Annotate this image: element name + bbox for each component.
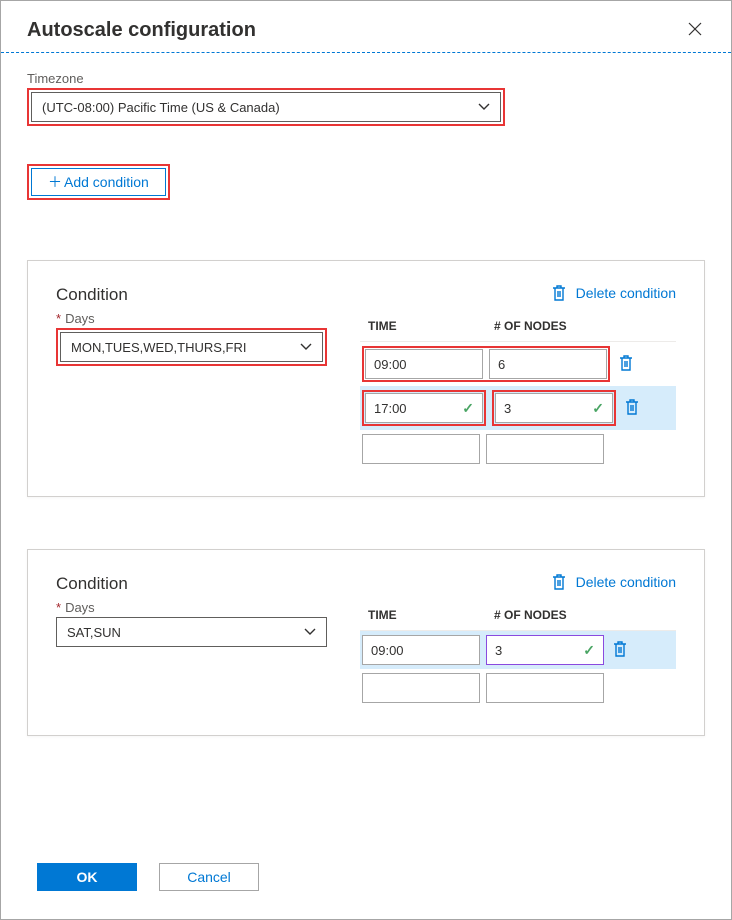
nodes-input[interactable]: 3 ✓ [486, 635, 604, 665]
delete-condition-button[interactable]: Delete condition [552, 574, 676, 590]
days-label: *Days [56, 311, 322, 326]
ok-button[interactable]: OK [37, 863, 137, 891]
schedule-row: 17:00 ✓ 3 ✓ [360, 386, 676, 430]
schedule-header: TIME # OF NODES [360, 311, 676, 342]
days-highlight: MON,TUES,WED,THURS,FRI [56, 328, 327, 366]
dialog-body: Timezone (UTC-08:00) Pacific Time (US & … [1, 53, 731, 845]
time-input[interactable]: 17:00 ✓ [365, 393, 483, 423]
nodes-input[interactable]: 3 ✓ [495, 393, 613, 423]
time-input[interactable]: 09:00 [362, 635, 480, 665]
chevron-down-icon [478, 100, 490, 114]
col-time: TIME [364, 608, 494, 622]
timezone-highlight: (UTC-08:00) Pacific Time (US & Canada) [27, 88, 505, 126]
dialog-title: Autoscale configuration [27, 19, 256, 42]
delete-row-button[interactable] [622, 399, 642, 418]
schedule-row-empty [360, 430, 676, 468]
nodes-input[interactable] [486, 434, 604, 464]
close-icon[interactable] [685, 19, 705, 39]
col-nodes: # OF NODES [494, 608, 672, 622]
delete-row-button[interactable] [616, 355, 636, 374]
row-highlight: 3 ✓ [492, 390, 616, 426]
dialog-footer: OK Cancel [1, 845, 731, 919]
check-icon: ✓ [462, 400, 474, 417]
delete-condition-button[interactable]: Delete condition [552, 285, 676, 301]
condition-title: Condition [56, 574, 128, 594]
row-highlight: 09:00 6 [362, 346, 610, 382]
schedule-row-empty [360, 669, 676, 707]
plus-icon: ＋ [48, 172, 62, 192]
condition-card: Condition Delete condition *Days MON,TUE… [27, 260, 705, 497]
chevron-down-icon [304, 625, 316, 639]
schedule-row: 09:00 3 ✓ [360, 631, 676, 669]
col-time: TIME [364, 319, 494, 333]
timezone-label: Timezone [27, 71, 705, 86]
cancel-button[interactable]: Cancel [159, 863, 259, 891]
add-condition-button[interactable]: ＋ Add condition [31, 168, 166, 196]
condition-header: Condition Delete condition [56, 574, 676, 594]
dialog-frame: Autoscale configuration Timezone (UTC-08… [0, 0, 732, 920]
condition-header: Condition Delete condition [56, 285, 676, 305]
schedule-row: 09:00 6 [360, 342, 676, 386]
trash-icon [552, 574, 566, 590]
days-select[interactable]: SAT,SUN [56, 617, 327, 647]
add-condition-label: Add condition [64, 174, 149, 190]
time-input[interactable]: 09:00 [365, 349, 483, 379]
days-value: SAT,SUN [67, 625, 121, 640]
add-condition-highlight: ＋ Add condition [27, 164, 170, 200]
days-select[interactable]: MON,TUES,WED,THURS,FRI [60, 332, 323, 362]
schedule-header: TIME # OF NODES [360, 600, 676, 631]
timezone-select[interactable]: (UTC-08:00) Pacific Time (US & Canada) [31, 92, 501, 122]
condition-title: Condition [56, 285, 128, 305]
col-nodes: # OF NODES [494, 319, 672, 333]
time-input[interactable] [362, 673, 480, 703]
condition-card: Condition Delete condition *Days SAT,SUN [27, 549, 705, 736]
time-input[interactable] [362, 434, 480, 464]
delete-row-button[interactable] [610, 641, 630, 660]
check-icon: ✓ [583, 642, 595, 659]
title-bar: Autoscale configuration [1, 1, 731, 52]
days-label: *Days [56, 600, 322, 615]
timezone-value: (UTC-08:00) Pacific Time (US & Canada) [42, 100, 280, 115]
row-highlight: 17:00 ✓ [362, 390, 486, 426]
trash-icon [552, 285, 566, 301]
chevron-down-icon [300, 340, 312, 354]
check-icon: ✓ [592, 400, 604, 417]
nodes-input[interactable] [486, 673, 604, 703]
nodes-input[interactable]: 6 [489, 349, 607, 379]
delete-condition-label: Delete condition [576, 574, 676, 590]
days-value: MON,TUES,WED,THURS,FRI [71, 340, 247, 355]
delete-condition-label: Delete condition [576, 285, 676, 301]
